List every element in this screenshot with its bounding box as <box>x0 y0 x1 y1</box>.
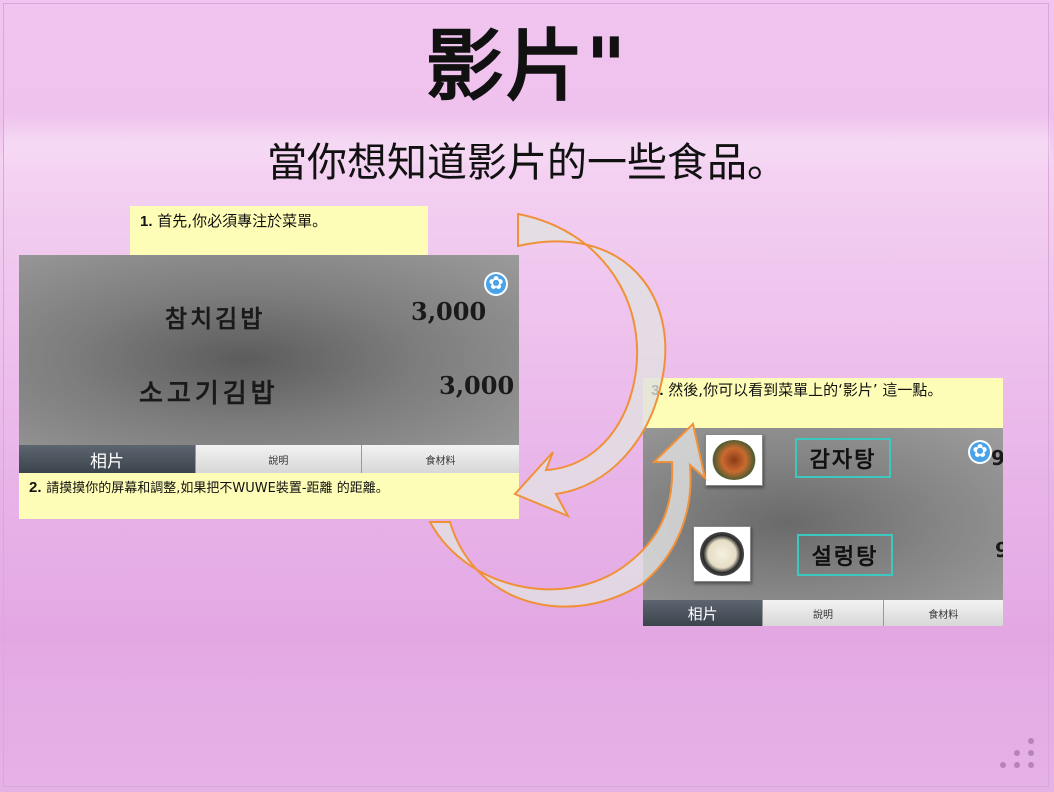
menu-item-name: 참치김밥 <box>165 305 266 333</box>
food-thumbnail[interactable] <box>705 434 763 486</box>
tab-photo[interactable]: 相片 <box>19 445 195 473</box>
edge-digit: 9 <box>991 446 1003 470</box>
step-1-note: 1. 首先,你必須專注於菜單。 <box>130 206 428 256</box>
menu-photo-1: 참치김밥 3,000 소고기김밥 3,000 ✿ <box>19 255 519 445</box>
settings-gear-icon[interactable]: ✿ <box>484 272 508 296</box>
step-3-number: 3. <box>651 382 664 399</box>
tab-photo[interactable]: 相片 <box>643 600 763 626</box>
corner-dots-decoration <box>1000 738 1040 774</box>
step-1-number: 1. <box>140 213 153 230</box>
step-3-text: 然後,你可以看到菜單上的‘影片’ 這一點。 <box>668 381 943 399</box>
tab-ingredients[interactable]: 食材料 <box>360 445 519 473</box>
step-2-text: 請摸摸你的屏幕和調整,如果把不WUWE裝置-距離 的距離。 <box>46 481 389 496</box>
menu-item-price: 3,000 <box>411 297 487 326</box>
step-2-note: 2. 請摸摸你的屏幕和調整,如果把不WUWE裝置-距離 的距離。 <box>19 473 519 519</box>
slide-title: 影片" <box>425 21 629 112</box>
menu-item-label[interactable]: 감자탕 <box>795 438 891 478</box>
menu-photo-2: 감자탕 설렁탕 ✿ 9 9 <box>643 428 1003 600</box>
menu-item-label[interactable]: 설렁탕 <box>797 534 893 576</box>
slide-subtitle: 當你想知道影片的一些食品。 <box>267 140 787 186</box>
tab-ingredients[interactable]: 食材料 <box>882 600 1003 626</box>
tab-description[interactable]: 說明 <box>194 445 361 473</box>
edge-digit: 9 <box>995 538 1003 562</box>
step-3-note: 3. 然後,你可以看到菜單上的‘影片’ 這一點。 <box>643 378 1003 428</box>
food-thumbnail[interactable] <box>693 526 751 582</box>
step-2-number: 2. <box>29 479 42 496</box>
menu-item-price: 3,000 <box>439 371 515 400</box>
menu-item-name: 소고기김밥 <box>139 379 279 409</box>
tab-bar-1: 相片 說明 食材料 <box>19 445 519 473</box>
step-1-text: 首先,你必須專注於菜單。 <box>157 212 328 230</box>
tab-bar-2: 相片 說明 食材料 <box>643 600 1003 626</box>
tab-description[interactable]: 說明 <box>762 600 883 626</box>
settings-gear-icon[interactable]: ✿ <box>968 440 992 464</box>
